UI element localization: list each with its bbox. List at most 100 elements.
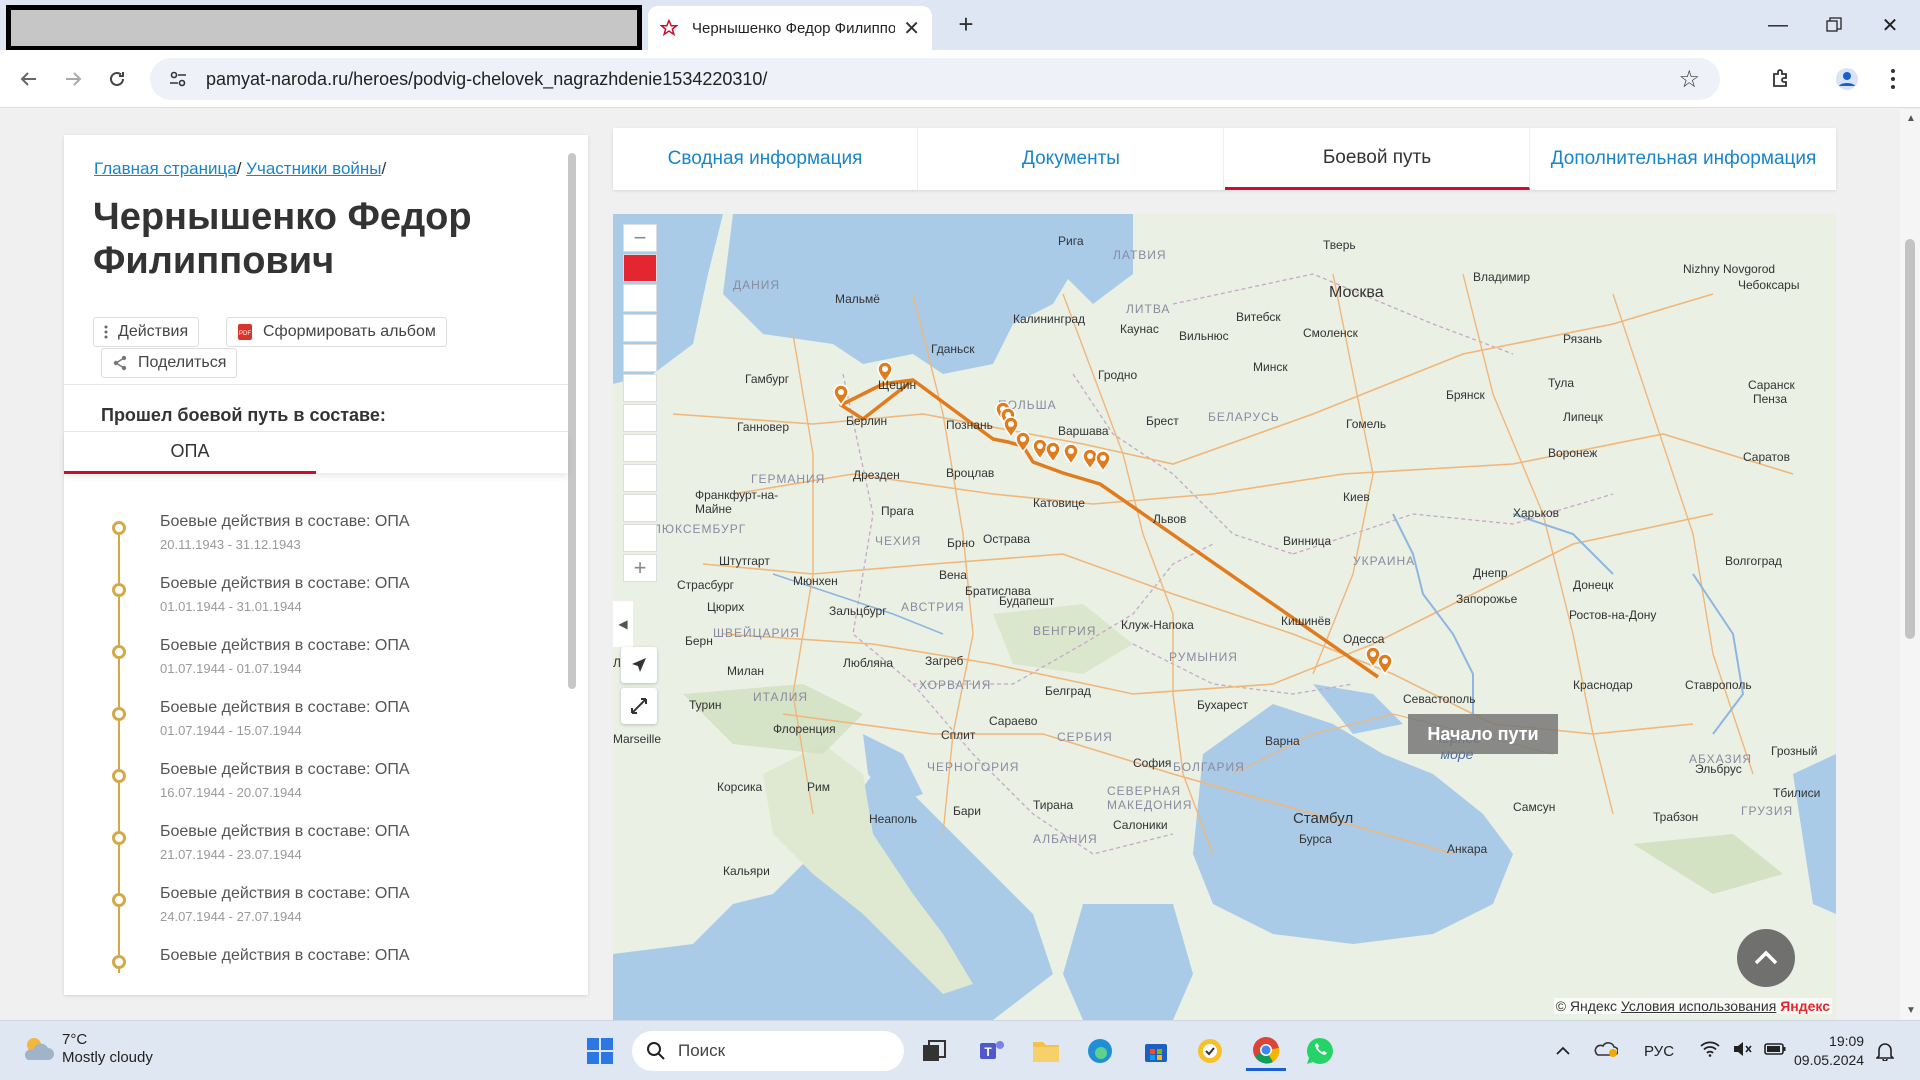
system-tray: РУС [1556,1021,1786,1080]
scroll-down-arrow-icon[interactable]: ▼ [1906,1005,1916,1016]
page-scrollbar-thumb[interactable] [1905,239,1915,639]
terms-of-use-link[interactable]: Условия использования [1621,998,1776,1014]
scroll-to-top-button[interactable] [1737,929,1795,987]
zoom-out-button[interactable]: − [623,224,657,252]
unit-tab-opa[interactable]: ОПА [64,432,316,474]
clock-date: 09.05.2024 [1794,1052,1865,1068]
list-item[interactable]: Боевые действия в составе: ОПА 20.11.194… [94,513,524,575]
close-window-button[interactable]: ✕ [1862,0,1918,50]
list-item[interactable]: Боевые действия в составе: ОПА [94,947,524,973]
back-button[interactable] [14,64,44,94]
reload-button[interactable] [102,64,132,94]
onedrive-cloud-icon[interactable] [1594,1040,1619,1062]
star-favicon-icon [660,19,678,37]
url-text[interactable]: pamyat-naroda.ru/heroes/podvig-chelovek_… [206,69,1678,90]
volume-muted-icon[interactable] [1732,1041,1752,1061]
map-label-kiev: Киев [1343,490,1370,504]
geolocation-button[interactable] [621,647,657,683]
menu-kebab-button[interactable] [1878,64,1908,94]
new-tab-button[interactable]: + [950,8,982,40]
taskbar-clock[interactable]: 19:09 09.05.2024 [1794,1032,1864,1070]
map-label-zurich: Цюрих [707,600,745,614]
page-content: Главная страница/ Участники войны/ Черны… [0,109,1920,1020]
fullscreen-button[interactable] [621,688,657,724]
timeline-dot-icon [112,769,126,783]
zoom-level-step[interactable] [623,404,657,432]
zoom-level-step[interactable] [623,524,657,552]
page-scrollbar[interactable]: ▲ ▼ [1900,109,1920,1020]
tray-overflow-chevron-up-icon[interactable] [1556,1043,1570,1060]
combat-path-section: Прошел боевой путь в составе: ОПА [64,384,568,474]
list-item[interactable]: Боевые действия в составе: ОПА 21.07.194… [94,823,524,885]
file-explorer-app[interactable] [1026,1031,1066,1071]
list-item[interactable]: Боевые действия в составе: ОПА 01.07.194… [94,637,524,699]
wifi-icon[interactable] [1700,1041,1720,1061]
tab-additional-info[interactable]: Дополнительная информация [1531,128,1836,190]
map-label-smolensk: Смоленск [1303,326,1358,340]
breadcrumb-participants-link[interactable]: Участники войны [246,159,381,178]
battery-icon[interactable] [1764,1042,1786,1060]
list-item[interactable]: Боевые действия в составе: ОПА 01.07.194… [94,699,524,761]
zoom-level-indicator[interactable] [623,254,657,282]
input-language[interactable]: РУС [1644,1043,1674,1060]
active-browser-tab[interactable]: Чернышенко Федор Филиппович ✕ [648,6,932,50]
breadcrumb-home-link[interactable]: Главная страница [94,159,237,178]
map-label-bari: Бари [953,804,981,818]
map-label-riga: Рига [1058,234,1084,248]
minimize-button[interactable]: — [1750,0,1806,50]
bookmark-star-icon[interactable]: ☆ [1678,65,1700,94]
map-label-marseille: Marseille [613,732,662,746]
map-label-vladimir: Владимир [1473,270,1531,284]
edge-app[interactable] [1080,1031,1120,1071]
create-album-button[interactable]: PDF Сформировать альбом [226,317,447,347]
map-label-split: Сплит [941,728,976,742]
list-item[interactable]: Боевые действия в составе: ОПА 16.07.194… [94,761,524,823]
chrome-icon [1253,1036,1280,1064]
start-button[interactable] [580,1031,620,1071]
tab-close-icon[interactable]: ✕ [903,16,920,41]
actions-button[interactable]: Действия [93,317,200,347]
collapse-panel-button[interactable]: ◀ [613,601,633,647]
tab-documents[interactable]: Документы [919,128,1224,190]
extensions-button[interactable] [1766,64,1796,94]
zoom-level-step[interactable] [623,374,657,402]
zoom-level-step[interactable] [623,314,657,342]
whatsapp-app[interactable] [1300,1031,1340,1071]
zoom-level-step[interactable] [623,464,657,492]
left-card-scrollbar[interactable] [568,153,576,689]
forward-button[interactable] [58,64,88,94]
whatsapp-icon [1306,1037,1333,1064]
store-app[interactable] [1136,1031,1176,1071]
zoom-level-step[interactable] [623,434,657,462]
profile-button[interactable] [1832,64,1862,94]
map-label-florence: Флоренция [773,722,836,736]
norton-app[interactable] [1190,1031,1230,1071]
svg-text:PDF: PDF [239,331,251,337]
zoom-level-step[interactable] [623,284,657,312]
zoom-level-step[interactable] [623,344,657,372]
chrome-app[interactable] [1246,1031,1286,1071]
tab-combat-path[interactable]: Боевой путь [1225,128,1530,190]
map-label-penza: Пенза [1753,392,1788,406]
address-bar[interactable]: pamyat-naroda.ru/heroes/podvig-chelovek_… [150,58,1720,100]
list-item[interactable]: Боевые действия в составе: ОПА 01.01.194… [94,575,524,637]
zoom-level-step[interactable] [623,494,657,522]
map-label-stuttgart: Штутгарт [719,554,770,568]
zoom-in-button[interactable]: + [623,554,657,582]
yandex-logo[interactable]: Яндекс [1780,998,1830,1014]
task-view-button[interactable] [914,1031,954,1071]
scroll-up-arrow-icon[interactable]: ▲ [1906,113,1916,124]
restore-button[interactable] [1806,0,1862,50]
notifications-bell-icon[interactable] [1875,1041,1895,1066]
weather-widget[interactable]: 7°C Mostly cloudy [20,1031,153,1067]
tab-summary[interactable]: Сводная информация [613,128,918,190]
site-settings-icon[interactable] [168,69,188,89]
teams-app[interactable]: T [972,1031,1012,1071]
taskbar-search[interactable]: Поиск [632,1031,904,1071]
timeline-dot-icon [112,955,126,969]
redacted-tab[interactable] [6,5,642,51]
map-label-luxembourg: ЛЮКСЕМБУРГ [653,522,747,536]
list-item[interactable]: Боевые действия в составе: ОПА 24.07.194… [94,885,524,947]
combat-path-map[interactable]: Рига ЛАТВИЯ Тверь Владимир Nizhny Novgor… [613,214,1836,1020]
share-button[interactable]: Поделиться [101,348,238,378]
